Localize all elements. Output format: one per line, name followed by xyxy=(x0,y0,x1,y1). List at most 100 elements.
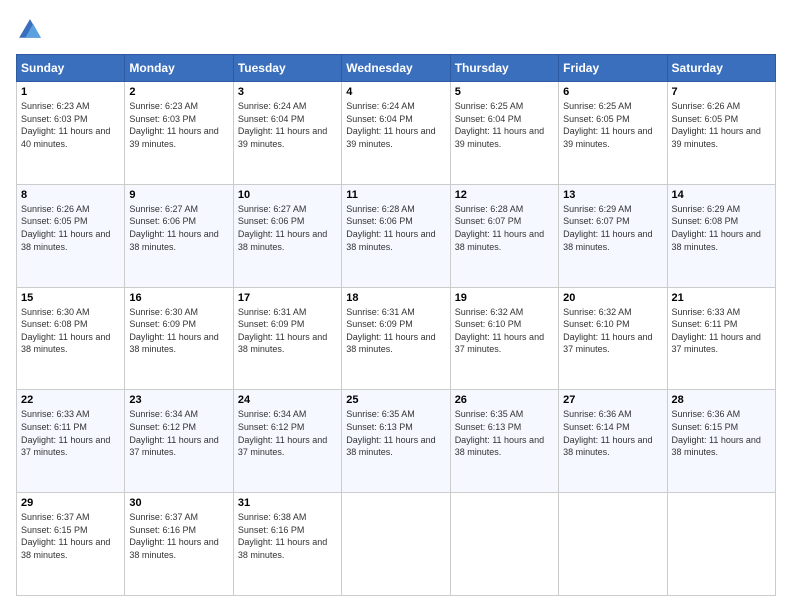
day-number: 14 xyxy=(672,189,771,201)
calendar-week-row: 29 Sunrise: 6:37 AM Sunset: 6:15 PM Dayl… xyxy=(17,493,776,596)
calendar-cell: 8 Sunrise: 6:26 AM Sunset: 6:05 PM Dayli… xyxy=(17,184,125,287)
day-info: Sunrise: 6:32 AM Sunset: 6:10 PM Dayligh… xyxy=(563,306,662,356)
day-info: Sunrise: 6:26 AM Sunset: 6:05 PM Dayligh… xyxy=(672,100,771,150)
day-info: Sunrise: 6:36 AM Sunset: 6:14 PM Dayligh… xyxy=(563,408,662,458)
calendar-week-row: 8 Sunrise: 6:26 AM Sunset: 6:05 PM Dayli… xyxy=(17,184,776,287)
day-info: Sunrise: 6:29 AM Sunset: 6:07 PM Dayligh… xyxy=(563,203,662,253)
day-number: 31 xyxy=(238,497,337,509)
calendar-cell: 6 Sunrise: 6:25 AM Sunset: 6:05 PM Dayli… xyxy=(559,82,667,185)
calendar-cell: 20 Sunrise: 6:32 AM Sunset: 6:10 PM Dayl… xyxy=(559,287,667,390)
day-number: 22 xyxy=(21,394,120,406)
day-number: 4 xyxy=(346,86,445,98)
day-number: 24 xyxy=(238,394,337,406)
calendar-cell: 29 Sunrise: 6:37 AM Sunset: 6:15 PM Dayl… xyxy=(17,493,125,596)
calendar-cell: 24 Sunrise: 6:34 AM Sunset: 6:12 PM Dayl… xyxy=(233,390,341,493)
calendar-cell: 1 Sunrise: 6:23 AM Sunset: 6:03 PM Dayli… xyxy=(17,82,125,185)
calendar-cell: 7 Sunrise: 6:26 AM Sunset: 6:05 PM Dayli… xyxy=(667,82,775,185)
day-number: 3 xyxy=(238,86,337,98)
calendar-day-header: Monday xyxy=(125,55,233,82)
day-info: Sunrise: 6:35 AM Sunset: 6:13 PM Dayligh… xyxy=(346,408,445,458)
day-number: 11 xyxy=(346,189,445,201)
day-info: Sunrise: 6:24 AM Sunset: 6:04 PM Dayligh… xyxy=(238,100,337,150)
calendar-cell: 21 Sunrise: 6:33 AM Sunset: 6:11 PM Dayl… xyxy=(667,287,775,390)
calendar-cell: 5 Sunrise: 6:25 AM Sunset: 6:04 PM Dayli… xyxy=(450,82,558,185)
day-info: Sunrise: 6:34 AM Sunset: 6:12 PM Dayligh… xyxy=(129,408,228,458)
day-info: Sunrise: 6:31 AM Sunset: 6:09 PM Dayligh… xyxy=(238,306,337,356)
calendar-cell: 22 Sunrise: 6:33 AM Sunset: 6:11 PM Dayl… xyxy=(17,390,125,493)
day-number: 26 xyxy=(455,394,554,406)
day-number: 23 xyxy=(129,394,228,406)
calendar-cell: 2 Sunrise: 6:23 AM Sunset: 6:03 PM Dayli… xyxy=(125,82,233,185)
day-info: Sunrise: 6:25 AM Sunset: 6:05 PM Dayligh… xyxy=(563,100,662,150)
day-info: Sunrise: 6:28 AM Sunset: 6:06 PM Dayligh… xyxy=(346,203,445,253)
day-info: Sunrise: 6:37 AM Sunset: 6:15 PM Dayligh… xyxy=(21,511,120,561)
day-info: Sunrise: 6:33 AM Sunset: 6:11 PM Dayligh… xyxy=(21,408,120,458)
calendar-day-header: Wednesday xyxy=(342,55,450,82)
day-info: Sunrise: 6:38 AM Sunset: 6:16 PM Dayligh… xyxy=(238,511,337,561)
day-info: Sunrise: 6:23 AM Sunset: 6:03 PM Dayligh… xyxy=(129,100,228,150)
day-info: Sunrise: 6:34 AM Sunset: 6:12 PM Dayligh… xyxy=(238,408,337,458)
calendar-week-row: 1 Sunrise: 6:23 AM Sunset: 6:03 PM Dayli… xyxy=(17,82,776,185)
calendar-cell xyxy=(667,493,775,596)
header xyxy=(16,16,776,44)
day-number: 1 xyxy=(21,86,120,98)
calendar-cell: 12 Sunrise: 6:28 AM Sunset: 6:07 PM Dayl… xyxy=(450,184,558,287)
calendar-cell: 17 Sunrise: 6:31 AM Sunset: 6:09 PM Dayl… xyxy=(233,287,341,390)
calendar-cell xyxy=(450,493,558,596)
logo-icon xyxy=(16,16,44,44)
day-info: Sunrise: 6:23 AM Sunset: 6:03 PM Dayligh… xyxy=(21,100,120,150)
day-info: Sunrise: 6:30 AM Sunset: 6:09 PM Dayligh… xyxy=(129,306,228,356)
day-number: 10 xyxy=(238,189,337,201)
calendar-day-header: Friday xyxy=(559,55,667,82)
day-info: Sunrise: 6:37 AM Sunset: 6:16 PM Dayligh… xyxy=(129,511,228,561)
day-number: 5 xyxy=(455,86,554,98)
calendar-cell: 23 Sunrise: 6:34 AM Sunset: 6:12 PM Dayl… xyxy=(125,390,233,493)
day-number: 30 xyxy=(129,497,228,509)
day-info: Sunrise: 6:29 AM Sunset: 6:08 PM Dayligh… xyxy=(672,203,771,253)
logo xyxy=(16,16,48,44)
day-number: 29 xyxy=(21,497,120,509)
calendar-day-header: Tuesday xyxy=(233,55,341,82)
day-number: 21 xyxy=(672,292,771,304)
day-number: 19 xyxy=(455,292,554,304)
calendar-cell: 27 Sunrise: 6:36 AM Sunset: 6:14 PM Dayl… xyxy=(559,390,667,493)
day-number: 16 xyxy=(129,292,228,304)
calendar-cell: 16 Sunrise: 6:30 AM Sunset: 6:09 PM Dayl… xyxy=(125,287,233,390)
calendar-cell xyxy=(342,493,450,596)
calendar-week-row: 15 Sunrise: 6:30 AM Sunset: 6:08 PM Dayl… xyxy=(17,287,776,390)
day-info: Sunrise: 6:28 AM Sunset: 6:07 PM Dayligh… xyxy=(455,203,554,253)
day-info: Sunrise: 6:32 AM Sunset: 6:10 PM Dayligh… xyxy=(455,306,554,356)
calendar-cell: 28 Sunrise: 6:36 AM Sunset: 6:15 PM Dayl… xyxy=(667,390,775,493)
day-number: 25 xyxy=(346,394,445,406)
day-number: 7 xyxy=(672,86,771,98)
calendar-cell: 19 Sunrise: 6:32 AM Sunset: 6:10 PM Dayl… xyxy=(450,287,558,390)
day-number: 9 xyxy=(129,189,228,201)
day-info: Sunrise: 6:26 AM Sunset: 6:05 PM Dayligh… xyxy=(21,203,120,253)
calendar-cell: 18 Sunrise: 6:31 AM Sunset: 6:09 PM Dayl… xyxy=(342,287,450,390)
calendar-cell: 31 Sunrise: 6:38 AM Sunset: 6:16 PM Dayl… xyxy=(233,493,341,596)
day-info: Sunrise: 6:36 AM Sunset: 6:15 PM Dayligh… xyxy=(672,408,771,458)
calendar-day-header: Sunday xyxy=(17,55,125,82)
day-info: Sunrise: 6:27 AM Sunset: 6:06 PM Dayligh… xyxy=(238,203,337,253)
calendar-cell: 25 Sunrise: 6:35 AM Sunset: 6:13 PM Dayl… xyxy=(342,390,450,493)
day-number: 2 xyxy=(129,86,228,98)
day-number: 13 xyxy=(563,189,662,201)
calendar-cell: 14 Sunrise: 6:29 AM Sunset: 6:08 PM Dayl… xyxy=(667,184,775,287)
day-number: 12 xyxy=(455,189,554,201)
calendar-table: SundayMondayTuesdayWednesdayThursdayFrid… xyxy=(16,54,776,596)
day-info: Sunrise: 6:35 AM Sunset: 6:13 PM Dayligh… xyxy=(455,408,554,458)
day-number: 20 xyxy=(563,292,662,304)
day-info: Sunrise: 6:25 AM Sunset: 6:04 PM Dayligh… xyxy=(455,100,554,150)
calendar-cell: 3 Sunrise: 6:24 AM Sunset: 6:04 PM Dayli… xyxy=(233,82,341,185)
calendar-cell: 11 Sunrise: 6:28 AM Sunset: 6:06 PM Dayl… xyxy=(342,184,450,287)
calendar-header-row: SundayMondayTuesdayWednesdayThursdayFrid… xyxy=(17,55,776,82)
calendar-week-row: 22 Sunrise: 6:33 AM Sunset: 6:11 PM Dayl… xyxy=(17,390,776,493)
day-number: 27 xyxy=(563,394,662,406)
calendar-day-header: Thursday xyxy=(450,55,558,82)
calendar-cell: 4 Sunrise: 6:24 AM Sunset: 6:04 PM Dayli… xyxy=(342,82,450,185)
day-number: 8 xyxy=(21,189,120,201)
day-number: 17 xyxy=(238,292,337,304)
calendar-cell: 30 Sunrise: 6:37 AM Sunset: 6:16 PM Dayl… xyxy=(125,493,233,596)
day-info: Sunrise: 6:27 AM Sunset: 6:06 PM Dayligh… xyxy=(129,203,228,253)
day-info: Sunrise: 6:33 AM Sunset: 6:11 PM Dayligh… xyxy=(672,306,771,356)
